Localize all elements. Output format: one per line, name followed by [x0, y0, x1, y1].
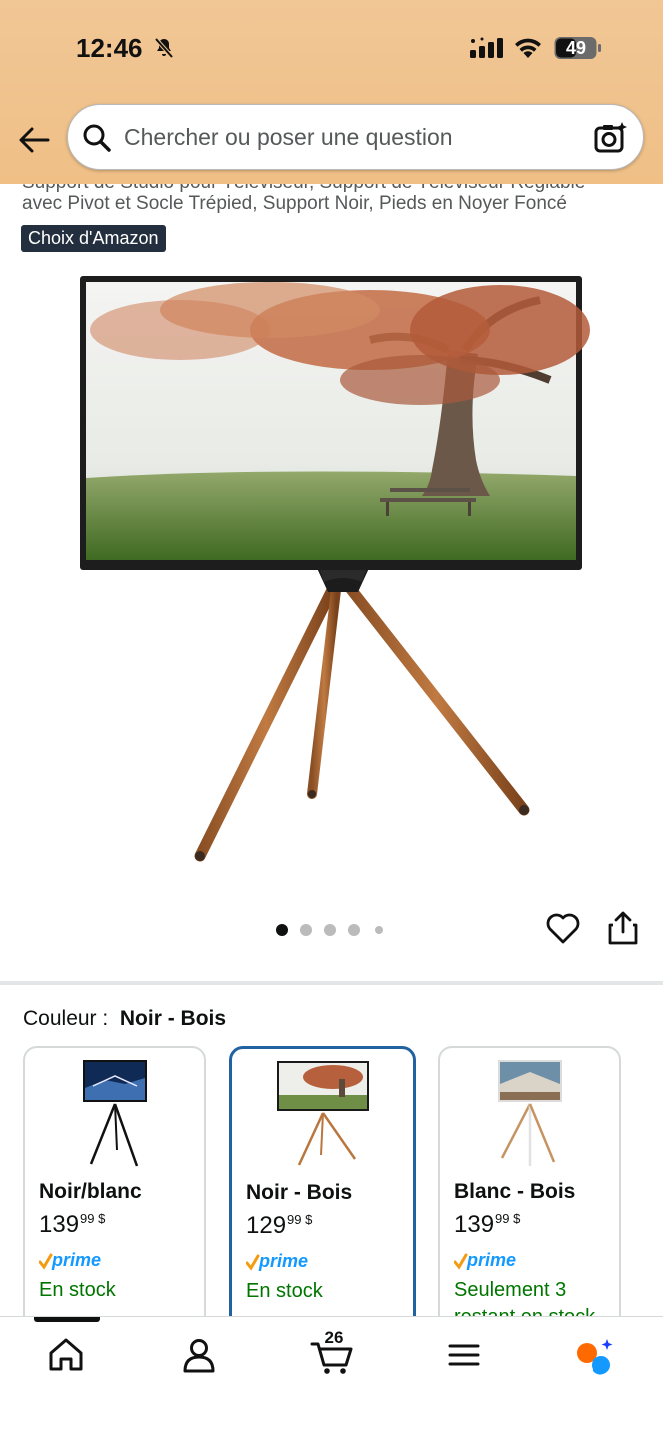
- pagination-dot-active[interactable]: [276, 924, 288, 936]
- menu-icon[interactable]: [444, 1335, 484, 1375]
- heart-icon[interactable]: [545, 910, 581, 946]
- product-title-line-2: avec Pivot et Socle Trépied, Support Noi…: [22, 193, 567, 214]
- svg-text:prime: prime: [466, 1250, 516, 1270]
- pagination-dot[interactable]: [348, 924, 360, 936]
- battery-level: 49: [565, 38, 587, 58]
- search-input[interactable]: [124, 105, 584, 169]
- battery-icon: 49: [554, 36, 602, 60]
- prime-logo-icon: prime: [39, 1250, 101, 1270]
- search-bar[interactable]: [67, 104, 644, 170]
- active-tab-indicator: [34, 1317, 100, 1322]
- variant-price: 13999 $: [454, 1211, 521, 1238]
- search-icon: [83, 124, 111, 152]
- home-icon[interactable]: [46, 1335, 86, 1375]
- wifi-icon: [515, 38, 541, 58]
- svg-text:prime: prime: [51, 1250, 101, 1270]
- cellular-signal-icon: [470, 37, 503, 58]
- amazon-choice-badge: Choix d'Amazon: [21, 225, 166, 252]
- bottom-navigation: 26: [0, 1316, 663, 1440]
- status-time: 12:46: [76, 33, 143, 63]
- variant-stock: En stock: [246, 1280, 323, 1302]
- color-option-blanc-bois[interactable]: Blanc - Bois 13999 $ prime Seulement 3 r…: [438, 1046, 621, 1336]
- camera-search-icon[interactable]: [594, 121, 628, 155]
- bell-muted-icon: [154, 37, 174, 59]
- variant-stock: En stock: [39, 1279, 116, 1301]
- prime-logo-icon: prime: [246, 1251, 308, 1271]
- color-selector-label: Couleur : Noir - Bois: [23, 1007, 226, 1031]
- prime-logo-icon: prime: [454, 1250, 516, 1270]
- color-label: Couleur :: [23, 1007, 109, 1030]
- color-option-noir-blanc[interactable]: Noir/blanc 13999 $ prime En stock: [23, 1046, 206, 1336]
- svg-text:prime: prime: [258, 1251, 308, 1271]
- app-header: 12:46 49: [0, 0, 663, 184]
- pagination-dot[interactable]: [324, 924, 336, 936]
- account-icon[interactable]: [179, 1335, 219, 1375]
- cart-count-badge: 26: [324, 1328, 344, 1347]
- section-divider: [0, 981, 663, 985]
- rufus-assistant-icon[interactable]: [574, 1335, 614, 1375]
- image-pagination[interactable]: [276, 922, 396, 938]
- color-option-noir-bois[interactable]: Noir - Bois 12999 $ prime En stock: [229, 1046, 416, 1336]
- back-arrow-icon[interactable]: [16, 122, 52, 158]
- pagination-dot[interactable]: [300, 924, 312, 936]
- variant-name: Blanc - Bois: [454, 1180, 576, 1203]
- variant-name: Noir - Bois: [246, 1181, 353, 1204]
- share-icon[interactable]: [606, 910, 640, 946]
- variant-name: Noir/blanc: [39, 1180, 142, 1203]
- variant-price: 12999 $: [246, 1212, 313, 1239]
- pagination-dot[interactable]: [375, 926, 383, 934]
- variant-image: [497, 1060, 562, 1166]
- variant-price: 13999 $: [39, 1211, 106, 1238]
- color-selected-value: Noir - Bois: [119, 1007, 227, 1030]
- variant-image: [82, 1060, 147, 1167]
- variant-image: [276, 1061, 369, 1166]
- product-image[interactable]: [70, 270, 600, 870]
